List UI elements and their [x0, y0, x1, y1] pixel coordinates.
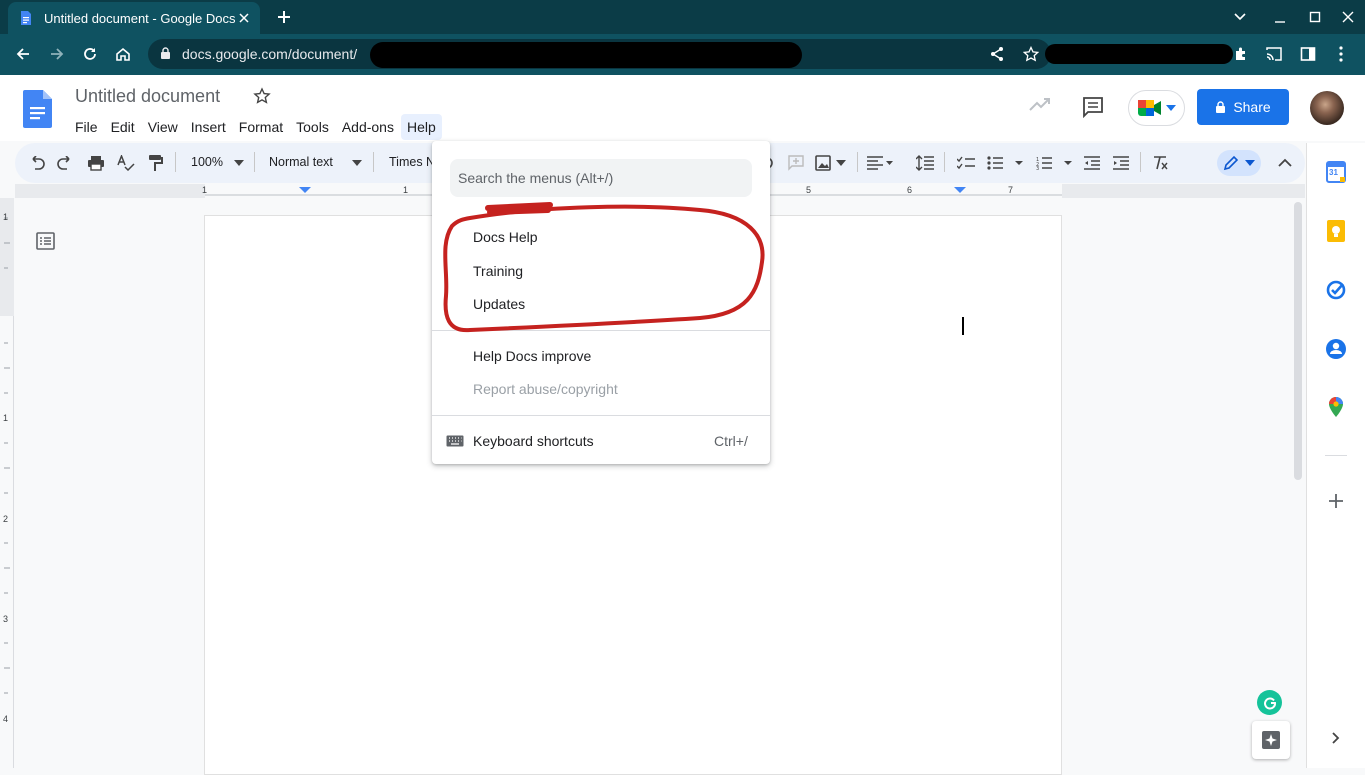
red-annotation-circle [443, 202, 765, 333]
